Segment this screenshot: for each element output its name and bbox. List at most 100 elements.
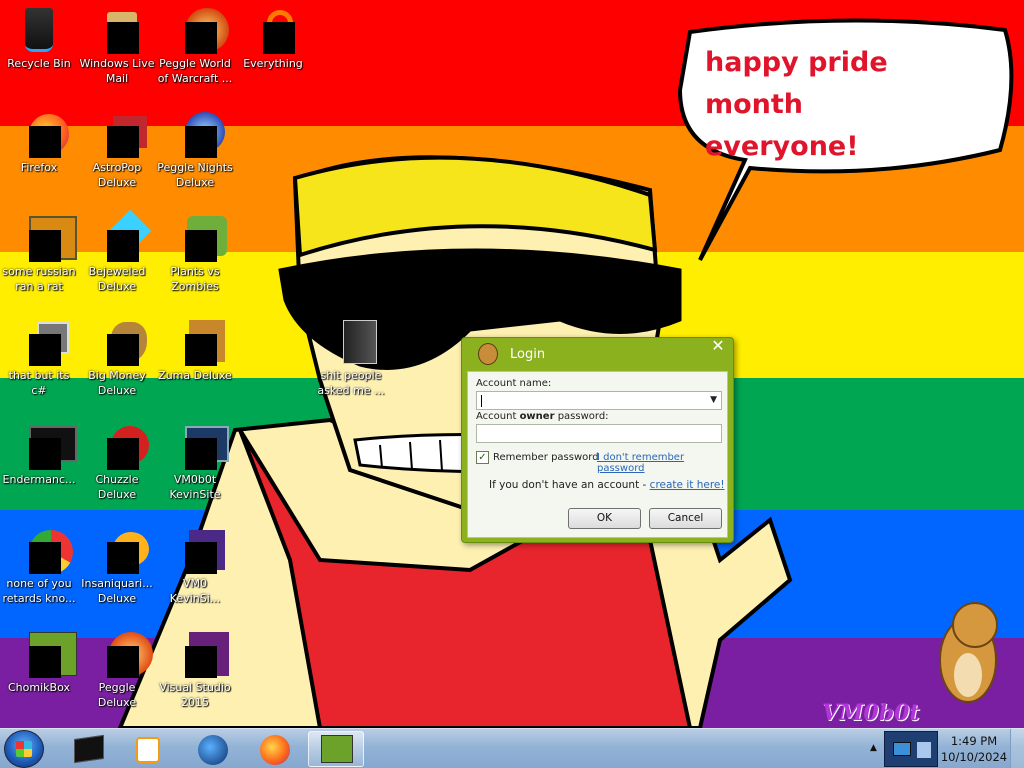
- volume-icon: [917, 742, 931, 758]
- monitor-icon: [893, 742, 911, 756]
- clock-date: 10/10/2024: [940, 750, 1008, 764]
- desktop-icon-endermanc[interactable]: Endermanc...: [0, 422, 78, 487]
- pvz-icon: [171, 214, 227, 262]
- icon-label: that but its c#: [8, 369, 70, 397]
- desktop-icon-bejeweled[interactable]: Bejeweled Deluxe: [78, 209, 156, 294]
- password-label-bold: owner: [519, 411, 555, 422]
- desktop-icon-astropop[interactable]: AstroPop Deluxe: [78, 110, 156, 190]
- chomikbox-icon: [15, 630, 77, 678]
- account-name-combobox[interactable]: ▼: [476, 391, 722, 410]
- desktop-icon-insaniquarium[interactable]: Insaniquari... Deluxe: [78, 526, 156, 606]
- speech-bubble-line-2: everyone!: [705, 131, 859, 162]
- icon-label: Big Money Deluxe: [88, 369, 146, 397]
- website-icon: [171, 422, 229, 470]
- icon-label: Firefox: [20, 161, 58, 174]
- desktop-icon-chomikbox[interactable]: ChomikBox: [0, 630, 78, 695]
- start-button[interactable]: [4, 730, 44, 768]
- speech-bubble-text: happy pride month everyone!: [705, 42, 995, 168]
- password-label-suffix: password:: [554, 411, 609, 422]
- desktop-icon-big-money[interactable]: Big Money Deluxe: [78, 318, 156, 398]
- recycle-bin-icon: [15, 6, 63, 54]
- desktop-icon-peggle-deluxe[interactable]: Peggle Deluxe: [78, 630, 156, 710]
- desktop-icon-vm0-kevinsite[interactable]: VM0 KevinSi...: [156, 526, 234, 606]
- login-body: Account name: ▼ Account owner password: …: [467, 371, 728, 538]
- taskbar: ▲ 1:49 PM 10/10/2024: [0, 728, 1024, 768]
- search-app-icon: [249, 6, 297, 54]
- taskbar-pinned-globe[interactable]: [184, 731, 240, 767]
- icon-label: Bejeweled Deluxe: [88, 265, 146, 293]
- media-player-icon: [136, 737, 160, 763]
- clock-time: 1:49 PM: [950, 734, 998, 748]
- desktop-icon-chuzzle[interactable]: Chuzzle Deluxe: [78, 422, 156, 502]
- firefox-icon: [260, 735, 290, 765]
- desktop-icon-windows-live-mail[interactable]: Windows Live Mail: [78, 6, 156, 86]
- forgot-password-link[interactable]: I don't remember password: [597, 452, 727, 474]
- create-account-link[interactable]: create it here!: [650, 479, 725, 491]
- no-account-text: If you don't have an account - create it…: [489, 479, 725, 491]
- icon-label: VM0b0t KevinSite: [169, 473, 221, 501]
- password-input[interactable]: [476, 424, 722, 443]
- tray-expand-icon[interactable]: ▲: [870, 743, 877, 753]
- desktop-icon-peggle-world-of-warcraft[interactable]: Peggle World of Warcraft ...: [156, 6, 234, 86]
- terminal-icon: [15, 422, 77, 470]
- desktop-icon-visual-studio[interactable]: Visual Studio 2015: [156, 630, 234, 710]
- peggle-icon: [93, 630, 153, 678]
- desktop-icon-plants-vs-zombies[interactable]: Plants vs Zombies: [156, 214, 234, 294]
- taskbar-pinned-media-player[interactable]: [120, 731, 176, 767]
- desktop-icon-that-but-its-csharp[interactable]: that but its c#: [0, 318, 78, 398]
- desktop-icon-vm0b0t-kevinsite[interactable]: VM0b0t KevinSite: [156, 422, 234, 502]
- text-caret: [481, 395, 482, 407]
- ok-button[interactable]: OK: [568, 508, 641, 529]
- chomikbox-logo-icon: [474, 341, 502, 369]
- desktop-icon-firefox[interactable]: Firefox: [0, 110, 78, 175]
- tray-app-highlight[interactable]: [884, 731, 938, 767]
- desktop-icon-recycle-bin[interactable]: Recycle Bin: [0, 6, 78, 71]
- money-bag-icon: [93, 318, 147, 366]
- password-label: Account owner password:: [476, 411, 609, 422]
- icon-label: Plants vs Zombies: [170, 265, 220, 293]
- peggle-nights-icon: [171, 110, 225, 158]
- icon-label: AstroPop Deluxe: [92, 161, 142, 189]
- remember-password-label[interactable]: Remember password: [493, 452, 599, 463]
- icon-label: Zuma Deluxe: [158, 369, 232, 382]
- chevron-down-icon[interactable]: ▼: [710, 395, 717, 405]
- file-icon: [15, 214, 77, 262]
- globe-icon: [198, 735, 228, 765]
- desktop-icon-zuma[interactable]: Zuma Deluxe: [156, 318, 234, 383]
- visual-studio-icon: [171, 630, 229, 678]
- cmd-icon: [74, 734, 104, 764]
- login-title: Login: [510, 347, 546, 362]
- mail-icon: [93, 6, 141, 54]
- astropop-icon: [93, 110, 147, 158]
- firefox-icon: [15, 110, 69, 158]
- icon-label: Insaniquari... Deluxe: [81, 577, 153, 605]
- no-account-prefix: If you don't have an account -: [489, 479, 650, 491]
- taskbar-clock[interactable]: 1:49 PM 10/10/2024: [940, 733, 1008, 765]
- account-name-label: Account name:: [476, 378, 552, 389]
- icon-label: ChomikBox: [8, 681, 70, 694]
- close-icon[interactable]: ✕: [707, 338, 729, 356]
- insaniquarium-icon: [93, 526, 149, 574]
- icon-label: Windows Live Mail: [79, 57, 155, 85]
- desktop-icon-some-russian-ran-a-rat[interactable]: some russian ran a rat: [0, 214, 78, 294]
- show-desktop-button[interactable]: [1010, 729, 1024, 768]
- taskbar-pinned-cmd[interactable]: [60, 731, 116, 767]
- desktop-icon-shit-people-asked[interactable]: shit people asked me ...: [312, 318, 390, 398]
- icon-label: Endermanc...: [2, 473, 76, 486]
- login-titlebar[interactable]: Login ✕: [462, 338, 733, 370]
- icon-label: none of you retards kno...: [2, 577, 76, 605]
- cancel-button[interactable]: Cancel: [649, 508, 722, 529]
- icon-label: shit people asked me ...: [317, 369, 385, 397]
- icon-label: Chuzzle Deluxe: [95, 473, 139, 501]
- remember-password-checkbox[interactable]: ✓: [476, 451, 489, 464]
- taskbar-running-chomikbox[interactable]: [308, 731, 364, 767]
- chomikbox-icon: [321, 735, 353, 763]
- bejeweled-icon: [93, 209, 152, 262]
- desktop-icon-everything[interactable]: Everything: [234, 6, 312, 71]
- password-label-prefix: Account: [476, 411, 520, 422]
- icon-label: Peggle Nights Deluxe: [157, 161, 233, 189]
- desktop-icon-peggle-nights[interactable]: Peggle Nights Deluxe: [156, 110, 234, 190]
- icon-label: some russian ran a rat: [2, 265, 76, 293]
- desktop-icon-none-of-you[interactable]: none of you retards kno...: [0, 526, 78, 606]
- taskbar-pinned-firefox[interactable]: [246, 731, 302, 767]
